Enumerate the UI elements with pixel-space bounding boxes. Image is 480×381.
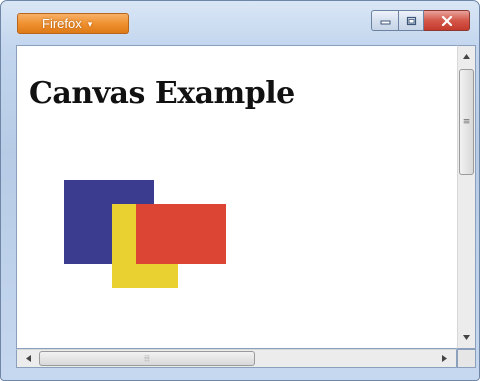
vertical-scrollbar[interactable]: ≡ [457,45,476,349]
minimize-icon [380,20,390,25]
dropdown-caret-icon: ▾ [87,19,93,29]
horizontal-scroll-thumb[interactable]: ⦙⦙⦙ [39,351,255,366]
page-content: Canvas Example [16,45,457,349]
canvas-element [64,180,244,300]
vertical-scroll-thumb[interactable]: ≡ [459,69,474,175]
window-controls [371,10,470,31]
firefox-menu-label: Firefox [42,16,82,31]
scroll-right-arrow-icon [442,355,447,362]
browser-window: Firefox ▾ Canvas Example ≡ ⦙⦙⦙ [0,0,480,381]
title-bar[interactable]: Firefox ▾ [1,1,479,45]
scroll-up-arrow[interactable] [458,48,475,65]
close-button[interactable] [424,10,470,31]
firefox-menu-button[interactable]: Firefox ▾ [17,13,129,34]
scroll-down-arrow-icon [463,335,470,340]
close-icon [441,15,452,26]
horizontal-grip-icon: ⦙⦙⦙ [144,353,150,363]
scroll-right-arrow[interactable] [436,350,453,367]
vertical-grip-icon: ≡ [462,116,471,127]
maximize-icon [406,16,416,25]
scroll-left-arrow-icon [26,355,31,362]
scroll-up-arrow-icon [463,54,470,59]
red-rectangle [136,204,226,264]
minimize-button[interactable] [371,10,398,31]
scroll-left-arrow[interactable] [20,350,37,367]
scroll-down-arrow[interactable] [458,329,475,346]
maximize-button[interactable] [398,10,424,31]
scrollbar-corner [457,349,476,368]
horizontal-scrollbar[interactable]: ⦙⦙⦙ [16,349,457,368]
page-title: Canvas Example [29,76,295,111]
